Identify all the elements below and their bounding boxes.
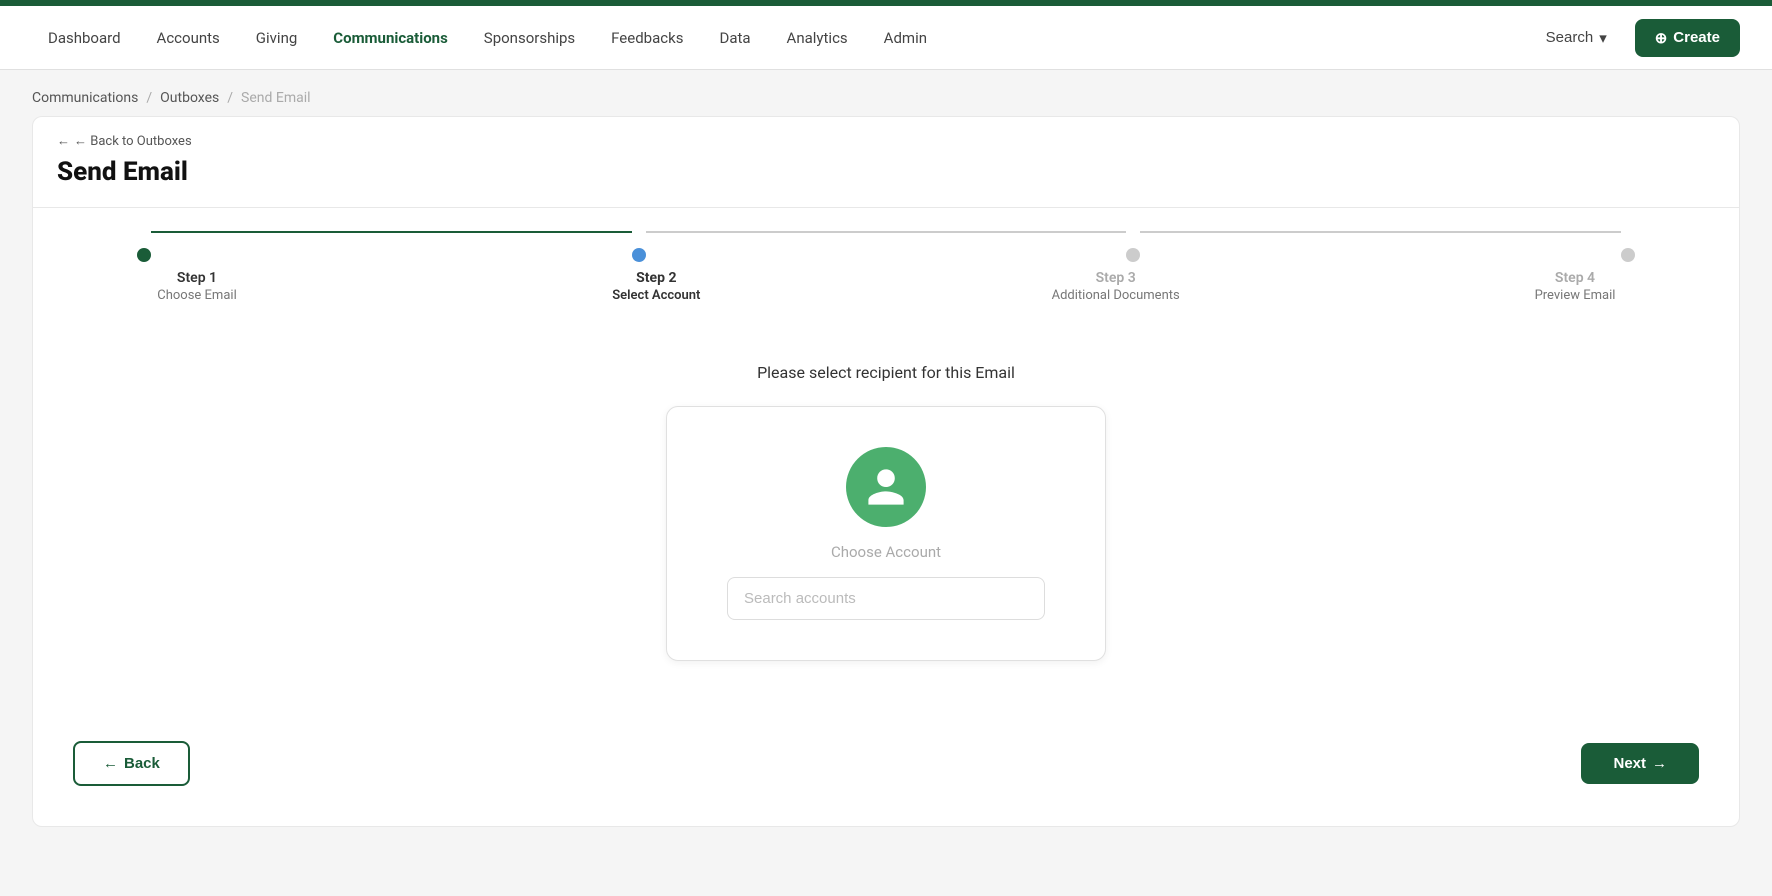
section-instruction: Please select recipient for this Email bbox=[57, 363, 1715, 382]
nav-item-analytics[interactable]: Analytics bbox=[771, 21, 864, 55]
search-button[interactable]: Search ▾ bbox=[1530, 21, 1623, 55]
create-label: Create bbox=[1673, 29, 1720, 46]
nav-item-communications[interactable]: Communications bbox=[317, 21, 464, 55]
step-node-3 bbox=[1126, 248, 1140, 262]
arrow-left-icon: ← bbox=[57, 133, 70, 149]
step-dot-3 bbox=[1126, 248, 1140, 262]
avatar bbox=[846, 447, 926, 527]
breadcrumb: Communications / Outboxes / Send Email bbox=[0, 70, 1772, 116]
account-card: Choose Account bbox=[666, 406, 1106, 661]
nav-item-accounts[interactable]: Accounts bbox=[141, 21, 236, 55]
breadcrumb-outboxes[interactable]: Outboxes bbox=[160, 90, 219, 106]
nav-item-admin[interactable]: Admin bbox=[868, 21, 943, 55]
step-2-number: Step 2 bbox=[566, 270, 746, 286]
nav-links: Dashboard Accounts Giving Communications… bbox=[32, 21, 1530, 55]
nav-item-data[interactable]: Data bbox=[703, 21, 766, 55]
connector-3-4 bbox=[1140, 231, 1621, 233]
step-node-1 bbox=[137, 248, 151, 262]
connector-2-3 bbox=[646, 231, 1127, 233]
step-labels-row: Step 1 Choose Email Step 2 Select Accoun… bbox=[57, 270, 1715, 303]
stepper bbox=[57, 248, 1715, 262]
next-arrow-icon: → bbox=[1652, 755, 1667, 772]
nav-item-dashboard[interactable]: Dashboard bbox=[32, 21, 137, 55]
step-dot-1 bbox=[137, 248, 151, 262]
nav-item-giving[interactable]: Giving bbox=[240, 21, 313, 55]
person-icon bbox=[864, 465, 908, 509]
main-content: Step 1 Choose Email Step 2 Select Accoun… bbox=[32, 207, 1740, 827]
next-label: Next bbox=[1613, 755, 1646, 772]
step-label-2: Step 2 Select Account bbox=[566, 270, 746, 303]
chevron-down-icon: ▾ bbox=[1599, 29, 1607, 47]
step-1-number: Step 1 bbox=[107, 270, 287, 286]
step-3-desc: Additional Documents bbox=[1026, 288, 1206, 303]
next-button[interactable]: Next → bbox=[1581, 743, 1699, 784]
step-node-2 bbox=[632, 248, 646, 262]
plus-icon: ⊕ bbox=[1655, 29, 1668, 47]
step-4-desc: Preview Email bbox=[1485, 288, 1665, 303]
step-4-number: Step 4 bbox=[1485, 270, 1665, 286]
step-label-4: Step 4 Preview Email bbox=[1485, 270, 1665, 303]
breadcrumb-send-email: Send Email bbox=[241, 90, 311, 106]
back-button[interactable]: ← Back bbox=[73, 741, 190, 786]
select-recipient-section: Please select recipient for this Email C… bbox=[57, 343, 1715, 681]
navbar: Dashboard Accounts Giving Communications… bbox=[0, 6, 1772, 70]
footer-actions: ← Back Next → bbox=[57, 741, 1715, 786]
create-button[interactable]: ⊕ Create bbox=[1635, 19, 1740, 57]
back-label: Back bbox=[124, 755, 160, 772]
back-arrow-icon: ← bbox=[103, 755, 118, 772]
step-dot-4 bbox=[1621, 248, 1635, 262]
choose-account-label: Choose Account bbox=[727, 543, 1045, 561]
step-2-desc: Select Account bbox=[566, 288, 746, 303]
step-1-desc: Choose Email bbox=[107, 288, 287, 303]
nav-right: Search ▾ ⊕ Create bbox=[1530, 19, 1740, 57]
step-3-number: Step 3 bbox=[1026, 270, 1206, 286]
nav-item-sponsorships[interactable]: Sponsorships bbox=[468, 21, 591, 55]
search-label: Search bbox=[1546, 29, 1594, 46]
step-dot-2 bbox=[632, 248, 646, 262]
breadcrumb-communications[interactable]: Communications bbox=[32, 90, 138, 106]
back-to-outboxes-label: ← Back to Outboxes bbox=[74, 133, 192, 149]
back-to-outboxes-link[interactable]: ← ← Back to Outboxes bbox=[57, 133, 1715, 149]
step-label-3: Step 3 Additional Documents bbox=[1026, 270, 1206, 303]
breadcrumb-sep-2: / bbox=[227, 90, 233, 106]
connector-1-2 bbox=[151, 231, 632, 233]
page-title: Send Email bbox=[57, 157, 1715, 187]
breadcrumb-sep-1: / bbox=[146, 90, 152, 106]
step-label-1: Step 1 Choose Email bbox=[107, 270, 287, 303]
page-header: ← ← Back to Outboxes Send Email bbox=[32, 116, 1740, 207]
search-accounts-input[interactable] bbox=[727, 577, 1045, 620]
step-node-4 bbox=[1621, 248, 1635, 262]
nav-item-feedbacks[interactable]: Feedbacks bbox=[595, 21, 699, 55]
